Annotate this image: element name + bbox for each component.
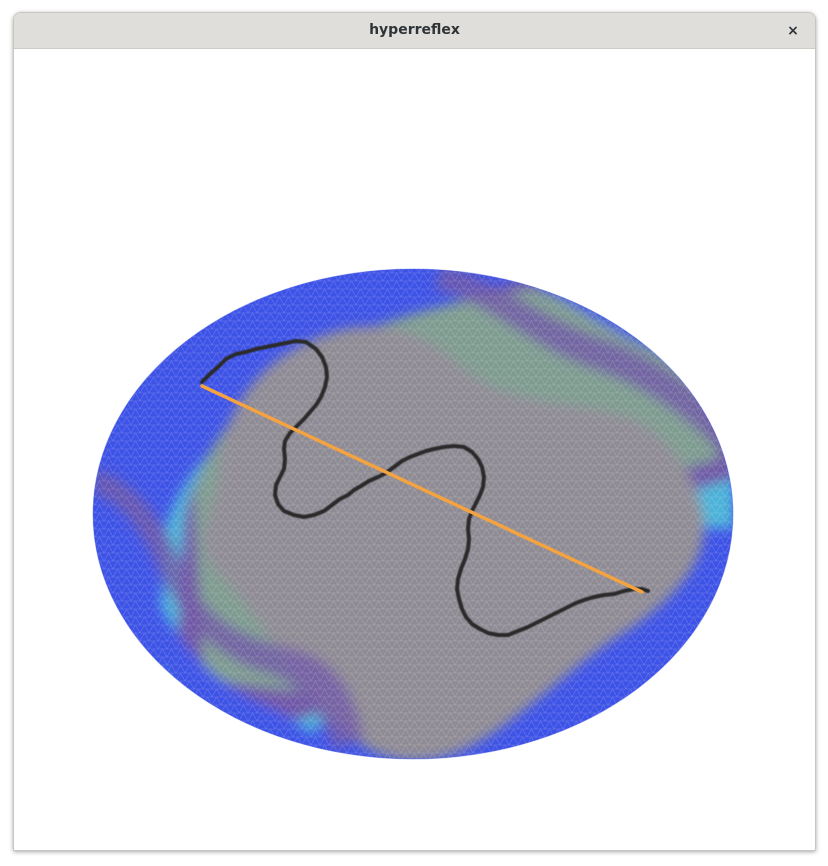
window-title: hyperreflex — [369, 22, 460, 38]
mesh-render — [92, 268, 734, 760]
app-window: hyperreflex × — [13, 12, 816, 851]
mesh-disk — [93, 269, 733, 759]
render-viewport[interactable] — [14, 49, 815, 850]
title-bar[interactable]: hyperreflex × — [14, 13, 815, 49]
close-icon[interactable]: × — [781, 19, 805, 43]
